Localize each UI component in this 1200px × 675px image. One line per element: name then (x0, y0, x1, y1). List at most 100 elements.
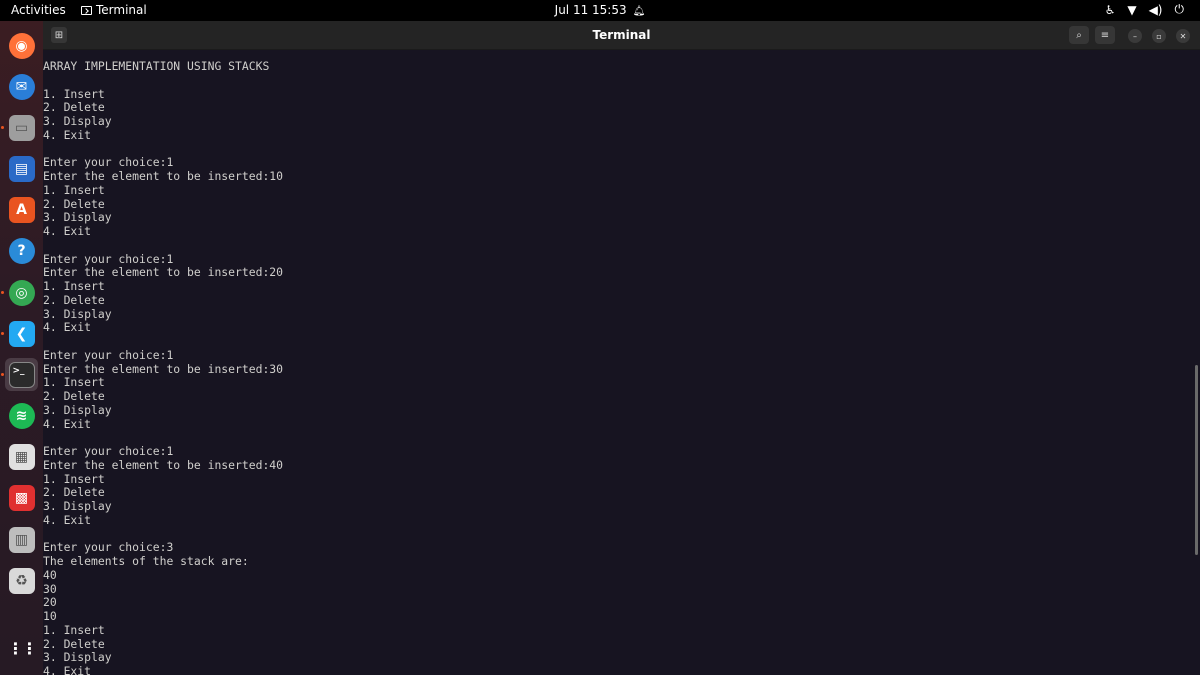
dock-item-files[interactable]: ▭ (5, 111, 38, 144)
vscode-icon: ❮ (8, 320, 35, 347)
running-indicator (1, 332, 4, 335)
accessibility-icon[interactable]: ♿︎ (1105, 3, 1116, 17)
app-center-icon: A (8, 196, 35, 223)
dock-item-disk[interactable]: ▥ (5, 523, 38, 556)
dock-item-colorful-app[interactable]: ▩ (5, 481, 38, 514)
dock-item-vscode[interactable]: ❮ (5, 317, 38, 350)
chrome-icon: ◎ (8, 279, 35, 306)
terminal-line: 4. Exit (43, 512, 92, 527)
terminal-line: 3. Display (43, 650, 112, 665)
dock-item-spotify[interactable]: ≋ (5, 399, 38, 432)
dock-item-terminal[interactable]: >_ (5, 358, 38, 391)
terminal-line: 3. Display (43, 210, 112, 225)
terminal-line: Enter the element to be inserted:40 (43, 457, 284, 472)
terminal-line: 4. Exit (43, 416, 92, 431)
close-button[interactable]: ✕ (1176, 29, 1190, 43)
terminal-line: 1. Insert (43, 86, 105, 101)
terminal-headerbar: ⊞ Terminal ⌕ ≡ – ▫ ✕ (43, 21, 1200, 50)
terminal-line: 2. Delete (43, 100, 105, 115)
disk-icon: ▥ (8, 526, 35, 553)
dock-item-firefox[interactable]: ◉ (5, 29, 38, 62)
running-indicator (1, 373, 4, 376)
dock: ◉ ✉ ▭ ▤ A? ◎ ❮ >_ ≋ ▦ ▩ ▥ ♻ ⋮⋮ (0, 21, 43, 675)
terminal-line: 4. Exit (43, 127, 92, 142)
dock-item-help[interactable]: ? (5, 234, 38, 267)
terminal-line: Enter the element to be inserted:10 (43, 169, 284, 183)
terminal-line: The elements of the stack are: (43, 554, 249, 568)
help-icon: ? (8, 237, 35, 264)
terminal-line: 40 (43, 567, 57, 582)
thunderbird-icon: ✉ (8, 73, 35, 100)
document-viewer-icon: ▦ (8, 443, 35, 470)
terminal-output[interactable]: ARRAY IMPLEMENTATION USING STACKS 1. Inse… (43, 60, 1193, 675)
terminal-scrollbar[interactable] (1195, 365, 1198, 555)
terminal-line: ARRAY IMPLEMENTATION USING STACKS (43, 60, 270, 73)
spotify-icon: ≋ (8, 402, 35, 429)
search-icon: ⌕ (1076, 29, 1082, 41)
restore-icon: ▫ (1156, 31, 1162, 41)
terminal-line: 2. Delete (43, 389, 105, 403)
wifi-icon: ▼ (1127, 2, 1137, 17)
dock-item-show-apps[interactable]: ⋮⋮ (5, 632, 38, 665)
terminal-line: 1. Insert (43, 182, 105, 197)
firefox-icon: ◉ (8, 32, 35, 59)
menu-button[interactable]: ≡ (1095, 26, 1115, 44)
clock-label: Jul 11 15:53 (554, 3, 627, 17)
terminal-line: 4. Exit (43, 224, 92, 238)
dock-item-trash[interactable]: ♻ (5, 564, 38, 597)
terminal-line: 2. Delete (43, 196, 105, 211)
volume-icon: ◀) (1148, 2, 1163, 17)
dock-item-chrome[interactable]: ◎ (5, 276, 38, 309)
terminal-line: 2. Delete (43, 636, 105, 651)
terminal-line: Enter your choice:3 (43, 540, 174, 555)
running-indicator (1, 291, 4, 294)
terminal-line: 3. Display (43, 402, 112, 417)
minimize-icon: – (1133, 31, 1137, 41)
terminal-line: 1. Insert (43, 375, 105, 390)
hamburger-icon: ≡ (1100, 29, 1110, 41)
terminal-line: 4. Exit (43, 320, 92, 335)
dock-item-libreoffice-writer[interactable]: ▤ (5, 152, 38, 185)
terminal-line: Enter the element to be inserted:30 (43, 361, 284, 376)
colorful-app-icon: ▩ (8, 484, 35, 511)
terminal-line: 3. Display (43, 306, 112, 321)
search-button[interactable]: ⌕ (1069, 26, 1089, 44)
libreoffice-writer-icon: ▤ (8, 155, 35, 182)
terminal-line: Enter your choice:1 (43, 347, 174, 362)
top-bar: Activities Terminal Jul 11 15:53 🔔︎ ♿︎ ▼ … (0, 0, 1200, 21)
dock-item-document-viewer[interactable]: ▦ (5, 440, 38, 473)
system-status-area[interactable]: ♿︎ ▼ ◀) ⏻ (1105, 2, 1184, 17)
terminal-line: Enter your choice:1 (43, 444, 174, 458)
clock[interactable]: Jul 11 15:53 🔔︎ (0, 3, 1200, 17)
terminal-icon: >_ (8, 361, 35, 388)
minimize-button[interactable]: – (1128, 29, 1142, 43)
close-icon: ✕ (1179, 31, 1187, 41)
terminal-line: 3. Display (43, 499, 112, 513)
terminal-line: 10 (43, 609, 57, 623)
notification-bell-icon: 🔔︎ (632, 6, 646, 17)
terminal-line: 30 (43, 581, 57, 596)
window-title: Terminal (592, 28, 651, 42)
power-icon: ⏻ (1174, 2, 1185, 16)
running-indicator (1, 126, 4, 129)
terminal-line: 20 (43, 595, 57, 610)
terminal-line: 2. Delete (43, 292, 105, 307)
terminal-line: 1. Insert (43, 471, 105, 486)
dock-item-app-center[interactable]: A (5, 193, 38, 226)
terminal-line: Enter your choice:1 (43, 251, 174, 266)
show-apps-icon: ⋮⋮ (7, 639, 38, 658)
terminal-line: 2. Delete (43, 485, 105, 500)
maximize-button[interactable]: ▫ (1152, 29, 1166, 43)
terminal-line: 4. Exit (43, 664, 92, 675)
terminal-line: 3. Display (43, 114, 112, 128)
dock-item-thunderbird[interactable]: ✉ (5, 70, 38, 103)
terminal-line: Enter your choice:1 (43, 155, 174, 170)
terminal-line: 1. Insert (43, 279, 105, 293)
terminal-line: Enter the element to be inserted:20 (43, 265, 284, 280)
